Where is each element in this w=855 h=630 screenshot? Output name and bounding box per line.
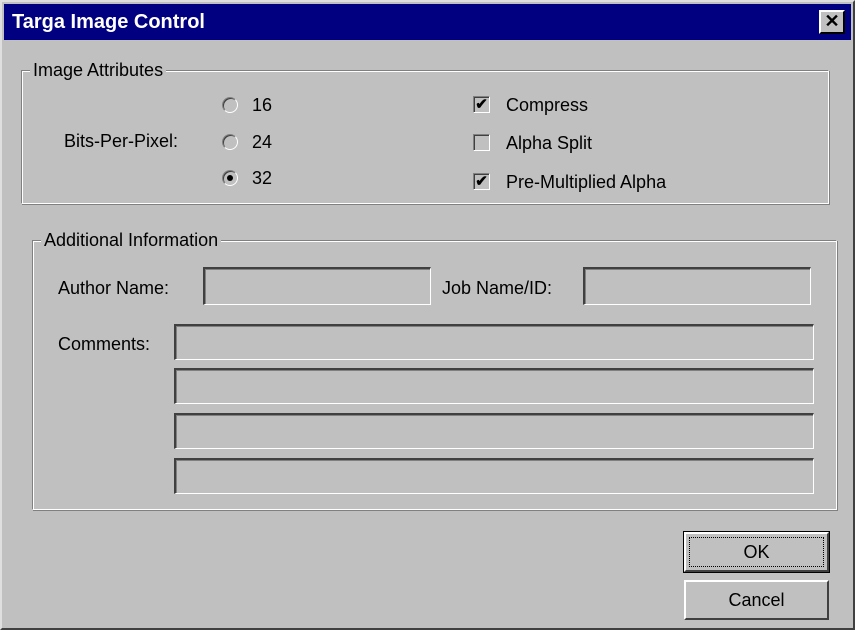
radio-bpp-16-label[interactable]: 16 [252,94,272,116]
additional-information-legend: Additional Information [41,229,222,251]
comments-line-2[interactable] [174,368,814,404]
radio-bpp-24-label[interactable]: 24 [252,131,272,153]
comments-line-3[interactable] [174,413,814,449]
close-button[interactable]: ✕ [819,10,845,34]
job-name-input[interactable] [583,267,811,305]
ok-button-label: OK [743,542,770,562]
compress-checkbox[interactable]: ✔ [473,96,490,113]
compress-label[interactable]: Compress [506,94,588,116]
check-icon: ✔ [475,96,488,113]
alpha-split-checkbox[interactable] [473,134,490,151]
author-name-label: Author Name: [58,278,170,298]
author-name-input[interactable] [203,267,431,305]
check-icon: ✔ [475,173,488,190]
radio-bpp-16[interactable] [222,97,238,113]
close-icon: ✕ [824,11,840,31]
targa-image-control-dialog: Targa Image Control ✕ Image Attributes B… [0,0,855,630]
radio-bpp-24[interactable] [222,134,238,150]
cancel-button[interactable]: Cancel [684,580,829,620]
pre-multiplied-alpha-checkbox[interactable]: ✔ [473,173,490,190]
radio-bpp-32[interactable] [222,170,238,186]
comments-label: Comments: [58,334,151,354]
comments-line-1[interactable] [174,324,814,360]
radio-bpp-32-label[interactable]: 32 [252,167,272,189]
cancel-button-label: Cancel [728,590,785,610]
alpha-split-label[interactable]: Alpha Split [506,132,592,154]
job-name-label: Job Name/ID: [442,278,553,298]
ok-button[interactable]: OK [683,531,830,573]
image-attributes-legend: Image Attributes [30,59,167,81]
pre-multiplied-alpha-label[interactable]: Pre-Multiplied Alpha [506,171,666,193]
comments-line-4[interactable] [174,458,814,494]
title-bar[interactable]: Targa Image Control ✕ [4,4,851,40]
bits-per-pixel-label: Bits-Per-Pixel: [64,131,179,151]
window-title: Targa Image Control [12,11,205,33]
